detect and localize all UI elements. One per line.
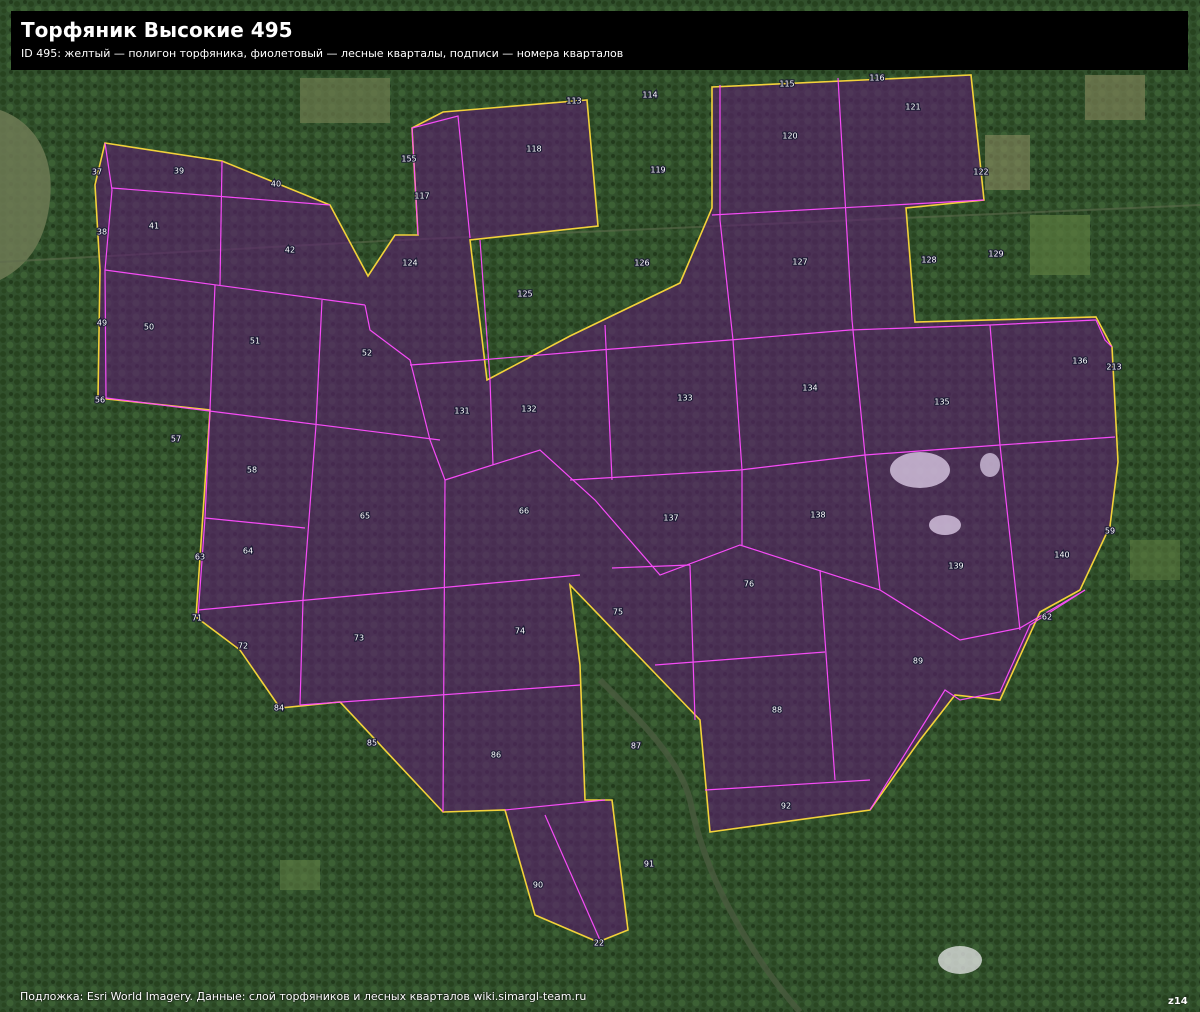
quarter-label: 117 — [414, 192, 429, 201]
field-area — [1130, 540, 1180, 580]
quarter-label: 92 — [781, 802, 791, 811]
field-area — [1085, 75, 1145, 120]
quarter-label: 135 — [934, 398, 949, 407]
field-area — [1030, 215, 1090, 275]
quarter-label: 41 — [149, 222, 159, 231]
zoom-level-label: z14 — [1168, 996, 1188, 1007]
quarter-label: 134 — [802, 384, 817, 393]
quarter-label: 120 — [782, 132, 797, 141]
quarter-label: 88 — [772, 706, 782, 715]
quarter-label: 66 — [519, 507, 529, 516]
quarter-label: 127 — [792, 258, 807, 267]
quarter-label: 64 — [243, 547, 253, 556]
quarter-label: 56 — [95, 396, 105, 405]
quarter-label: 121 — [905, 103, 920, 112]
quarter-label: 132 — [521, 405, 536, 414]
quarter-label: 62 — [1042, 613, 1052, 622]
field-area — [985, 135, 1030, 190]
quarter-label: 76 — [744, 580, 754, 589]
map-title: Торфяник Высокие 495 — [21, 18, 293, 42]
quarter-label: 39 — [174, 167, 184, 176]
quarter-label: 73 — [354, 634, 364, 643]
quarter-label: 89 — [913, 657, 923, 666]
map-canvas[interactable]: 37 39 40 41 38 42 49 50 51 52 56 57 58 6… — [0, 0, 1200, 1012]
quarter-label: 140 — [1054, 551, 1069, 560]
quarter-label: 49 — [97, 319, 107, 328]
quarter-label: 50 — [144, 323, 154, 332]
quarter-label: 42 — [285, 246, 295, 255]
quarter-label: 128 — [921, 256, 936, 265]
quarter-label: 131 — [454, 407, 469, 416]
quarter-label: 129 — [988, 250, 1003, 259]
quarter-label: 84 — [274, 704, 284, 713]
field-area — [280, 860, 320, 890]
quarter-label: 116 — [869, 74, 884, 83]
quarter-label: 155 — [401, 155, 416, 164]
quarter-label: 91 — [644, 860, 654, 869]
quarter-label: 90 — [533, 881, 543, 890]
quarter-label: 87 — [631, 742, 641, 751]
quarter-label: 125 — [517, 290, 532, 299]
map-subtitle: ID 495: желтый — полигон торфяника, фиол… — [21, 47, 624, 60]
quarter-label: 22 — [594, 939, 604, 948]
quarter-label: 122 — [973, 168, 988, 177]
quarter-label: 119 — [650, 166, 665, 175]
quarter-label: 57 — [171, 435, 181, 444]
quarter-label: 85 — [367, 739, 377, 748]
quarter-label: 213 — [1106, 363, 1121, 372]
quarter-label: 52 — [362, 349, 372, 358]
cloud — [938, 946, 982, 974]
quarter-label: 58 — [247, 466, 257, 475]
attribution-text: Подложка: Esri World Imagery. Данные: сл… — [20, 990, 587, 1003]
quarter-label: 113 — [566, 97, 581, 106]
quarter-label: 71 — [192, 614, 202, 623]
quarter-label: 65 — [360, 512, 370, 521]
quarter-label: 37 — [92, 168, 102, 177]
quarter-label: 133 — [677, 394, 692, 403]
map-title-panel: Торфяник Высокие 495 ID 495: желтый — по… — [11, 11, 1188, 70]
quarter-label: 86 — [491, 751, 501, 760]
quarter-label: 139 — [948, 562, 963, 571]
quarter-label: 124 — [402, 259, 417, 268]
quarter-label: 138 — [810, 511, 825, 520]
quarter-label: 115 — [779, 80, 794, 89]
quarter-label: 75 — [613, 608, 623, 617]
quarter-label: 126 — [634, 259, 649, 268]
quarter-label: 59 — [1105, 527, 1115, 536]
quarter-label: 38 — [97, 228, 107, 237]
quarter-label: 114 — [642, 91, 657, 100]
quarter-label: 40 — [271, 180, 281, 189]
quarter-label: 136 — [1072, 357, 1087, 366]
field-area — [300, 78, 390, 123]
quarter-label: 137 — [663, 514, 678, 523]
quarter-label: 72 — [238, 642, 248, 651]
quarter-label: 51 — [250, 337, 260, 346]
quarter-label: 74 — [515, 627, 525, 636]
quarter-label: 63 — [195, 553, 205, 562]
quarter-label: 118 — [526, 145, 541, 154]
